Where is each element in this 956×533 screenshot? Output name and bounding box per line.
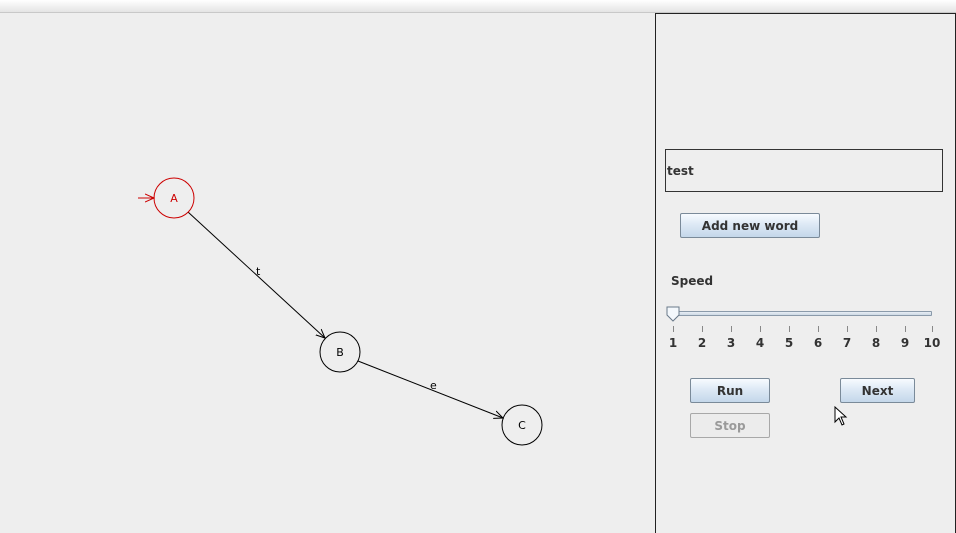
tick-label: 4 — [755, 336, 765, 350]
edge-label-a-b: t — [256, 265, 261, 278]
tick-label: 10 — [923, 336, 941, 350]
tick-mark — [905, 326, 906, 332]
tick-mark — [731, 326, 732, 332]
control-panel: test Add new word Speed 1 2 3 4 5 6 7 8 … — [655, 13, 956, 533]
automaton-canvas[interactable]: t e A B C — [0, 13, 655, 532]
tick-label: 7 — [842, 336, 852, 350]
state-label-b: B — [336, 346, 344, 359]
state-node-b[interactable]: B — [319, 331, 361, 373]
speed-slider-track[interactable] — [671, 311, 932, 316]
tick-mark — [673, 326, 674, 332]
edge-label-b-c: e — [430, 379, 437, 392]
tick-mark — [702, 326, 703, 332]
tick-mark — [932, 326, 933, 332]
graph-svg: t e A B C — [138, 177, 543, 446]
tick-label: 9 — [900, 336, 910, 350]
state-label-c: C — [518, 419, 526, 432]
tick-label: 8 — [871, 336, 881, 350]
tick-mark — [818, 326, 819, 332]
run-button[interactable]: Run — [690, 378, 770, 403]
state-label-a: A — [170, 192, 178, 205]
tick-label: 3 — [726, 336, 736, 350]
window-top-bar — [0, 0, 956, 13]
stop-button[interactable]: Stop — [690, 413, 770, 438]
state-node-c[interactable]: C — [501, 404, 543, 446]
tick-mark — [760, 326, 761, 332]
tick-label: 2 — [697, 336, 707, 350]
tick-label: 6 — [813, 336, 823, 350]
tick-label: 1 — [668, 336, 678, 350]
speed-label: Speed — [671, 274, 714, 288]
add-new-word-button[interactable]: Add new word — [680, 213, 820, 238]
state-node-a[interactable]: A — [153, 177, 195, 219]
tick-mark — [847, 326, 848, 332]
next-button[interactable]: Next — [840, 378, 915, 403]
tick-mark — [876, 326, 877, 332]
speed-slider-thumb[interactable] — [666, 306, 680, 322]
tick-mark — [789, 326, 790, 332]
mouse-cursor-icon — [834, 406, 848, 426]
word-input[interactable]: test — [665, 149, 943, 192]
speed-ticks: 1 2 3 4 5 6 7 8 9 10 — [656, 326, 955, 366]
tick-label: 5 — [784, 336, 794, 350]
